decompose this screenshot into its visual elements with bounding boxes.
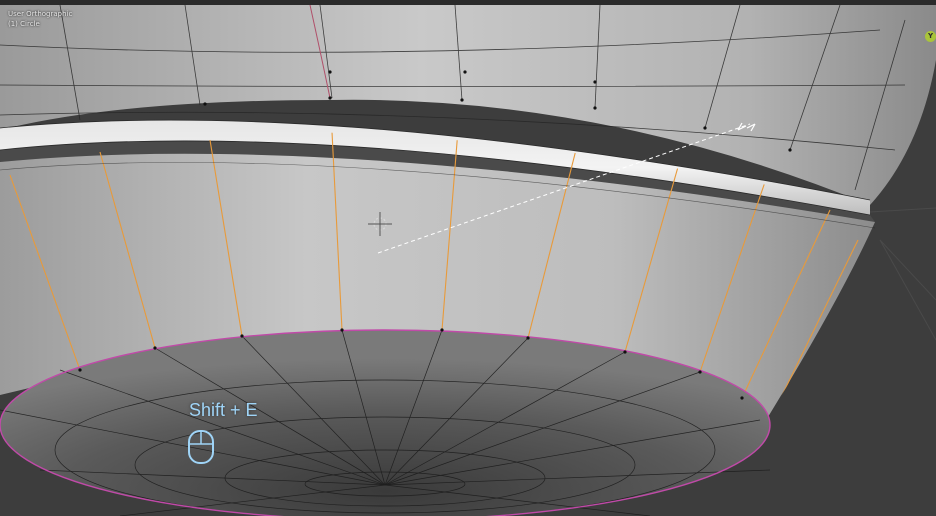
- bowl-bottom-face: [0, 330, 770, 516]
- mouse-icon: [188, 430, 214, 464]
- 3d-viewport[interactable]: User Orthographic (1) Circle Y Shift + E: [0, 0, 936, 516]
- navigation-gizmo-y-axis[interactable]: Y: [925, 31, 936, 42]
- shortcut-key-overlay: Shift + E: [189, 400, 258, 420]
- viewport-header: [0, 0, 936, 5]
- view-mode-label: User Orthographic: [8, 10, 73, 18]
- mesh-scene[interactable]: [0, 0, 936, 516]
- active-object-label: (1) Circle: [8, 20, 40, 28]
